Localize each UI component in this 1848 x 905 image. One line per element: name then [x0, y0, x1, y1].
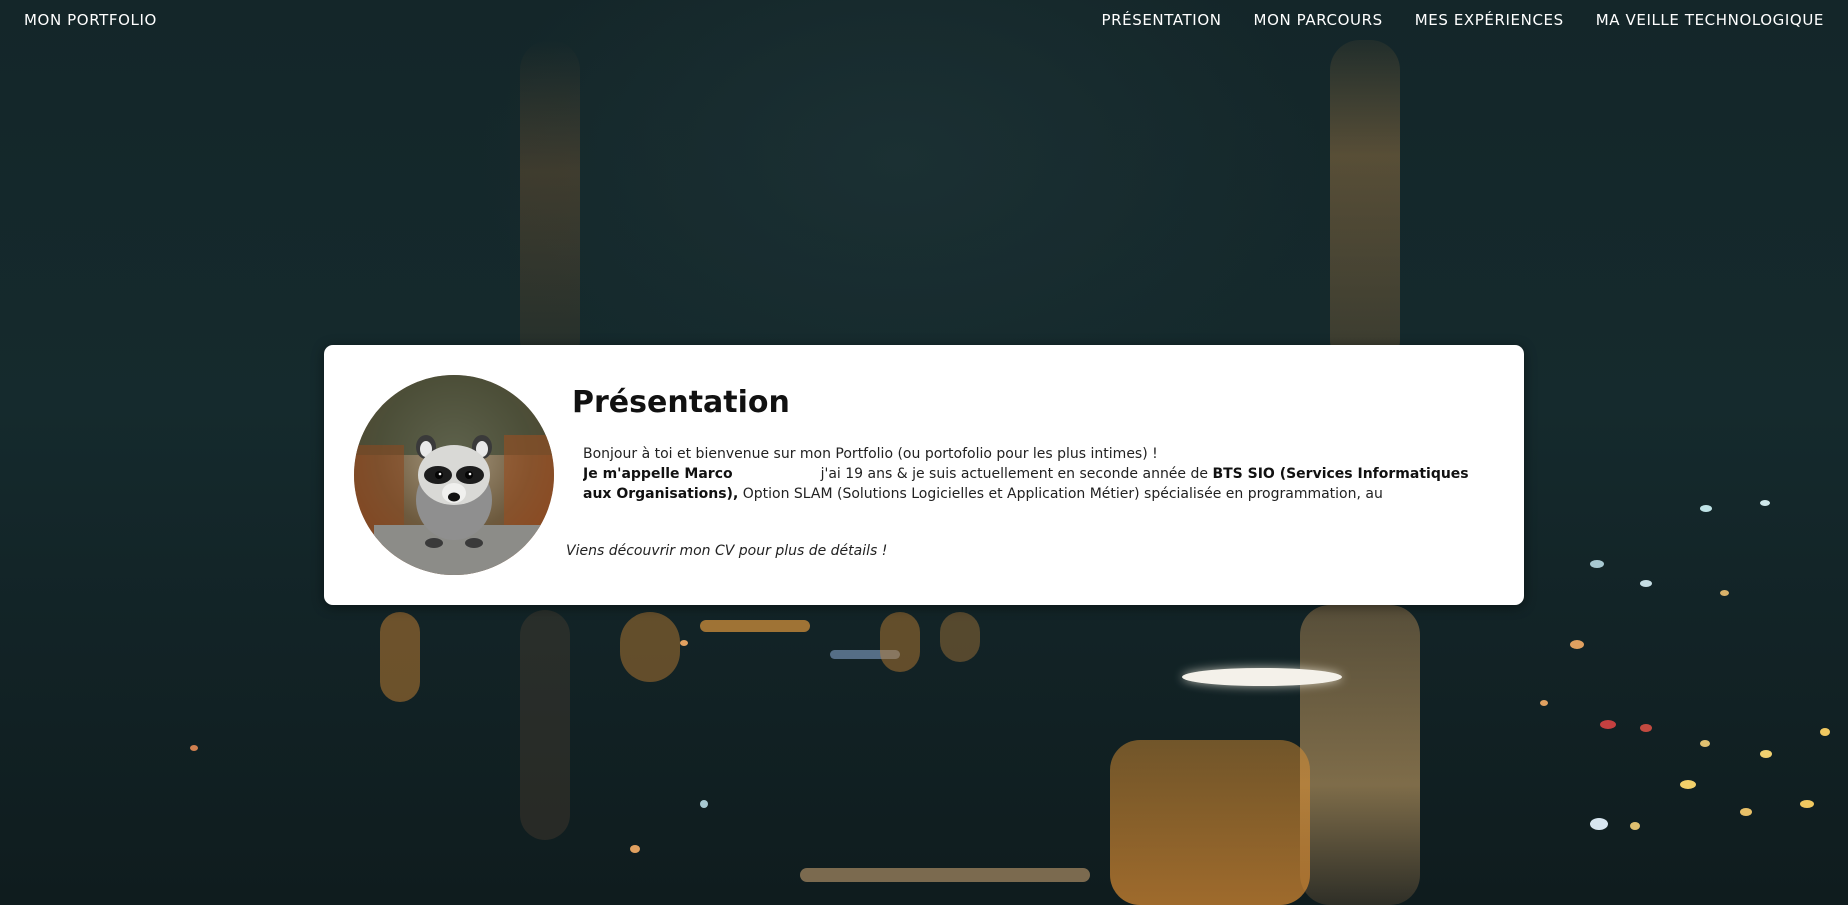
presentation-card: Présentation Bonjour à toi et bienvenue …: [324, 345, 1524, 605]
intro-paragraph: Je m'appelle Marco j'ai 19 ans & je suis …: [583, 464, 1478, 504]
age-text: j'ai 19 ans & je suis actuellement en se…: [820, 466, 1213, 482]
cv-call-to-action[interactable]: Viens découvrir mon CV pour plus de déta…: [566, 543, 887, 559]
nav-link-veille[interactable]: MA VEILLE TECHNOLOGIQUE: [1596, 11, 1824, 29]
nav-link-parcours[interactable]: MON PARCOURS: [1254, 11, 1383, 29]
section-title: Présentation: [572, 385, 790, 420]
avatar: [354, 375, 554, 575]
intro-name: Je m'appelle Marco: [583, 466, 733, 482]
greeting-text: Bonjour à toi et bienvenue sur mon Portf…: [583, 446, 1158, 462]
nav-menu: PRÉSENTATION MON PARCOURS MES EXPÉRIENCE…: [1101, 11, 1824, 29]
raccoon-avatar-image: [354, 375, 554, 575]
presentation-text: Bonjour à toi et bienvenue sur mon Portf…: [583, 444, 1478, 508]
top-navbar: MON PORTFOLIO PRÉSENTATION MON PARCOURS …: [0, 0, 1848, 42]
nav-link-experiences[interactable]: MES EXPÉRIENCES: [1415, 11, 1564, 29]
nav-link-presentation[interactable]: PRÉSENTATION: [1101, 11, 1221, 29]
option-text: Option SLAM (Solutions Logicielles et Ap…: [738, 486, 1383, 502]
brand-link[interactable]: MON PORTFOLIO: [24, 11, 157, 29]
